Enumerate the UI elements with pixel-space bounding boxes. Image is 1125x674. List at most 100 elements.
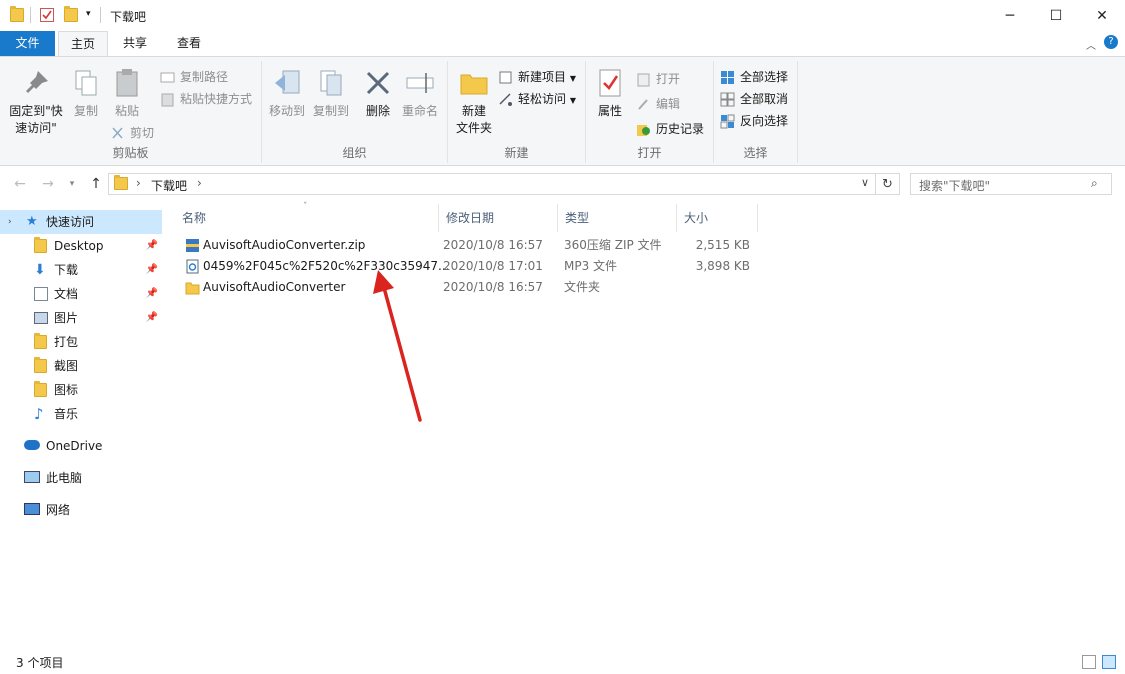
breadcrumb-separator[interactable]: › xyxy=(136,176,141,190)
history-button[interactable]: 历史记录 xyxy=(636,119,704,139)
select-all-label: 全部选择 xyxy=(740,70,789,84)
up-arrow-icon[interactable]: ↑ xyxy=(86,174,106,194)
nav-item-screenshots[interactable]: 截图 xyxy=(0,354,162,378)
table-row[interactable]: AuvisoftAudioConverter.zip 2020/10/8 16:… xyxy=(181,235,771,256)
select-all-button[interactable]: 全部选择 xyxy=(720,67,788,87)
status-bar: 3 个项目 xyxy=(0,650,1125,674)
properties-icon xyxy=(594,67,626,99)
tab-view[interactable]: 查看 xyxy=(164,31,214,56)
open-button[interactable]: 打开 xyxy=(636,69,680,89)
invert-selection-button[interactable]: 反向选择 xyxy=(720,111,788,131)
move-to-button[interactable]: 移动到 xyxy=(264,67,310,120)
new-item-label: 新建项目 xyxy=(518,70,567,84)
nav-item-label: 文档 xyxy=(54,287,79,301)
cut-label: 剪切 xyxy=(130,126,155,140)
rename-button[interactable]: 重命名 xyxy=(398,67,442,120)
nav-this-pc[interactable]: 此电脑 xyxy=(0,466,162,490)
table-row[interactable]: AuvisoftAudioConverter 2020/10/8 16:57 文… xyxy=(181,277,771,298)
delete-button[interactable]: 删除 xyxy=(360,67,396,120)
nav-item-icons[interactable]: 图标 xyxy=(0,378,162,402)
new-folder-label-line1: 新建 xyxy=(461,104,486,118)
search-box[interactable]: 搜索"下载吧" ⌕ xyxy=(910,173,1112,195)
address-bar[interactable]: › 下载吧 › ∨ xyxy=(108,173,876,195)
search-icon[interactable]: ⌕ xyxy=(1091,176,1098,191)
cut-button[interactable]: 剪切 xyxy=(110,123,154,143)
file-list: ˇ 名称 修改日期 类型 大小 AuvisoftAudioConverter.z… xyxy=(163,202,1125,650)
column-header-type[interactable]: 类型 xyxy=(558,204,677,232)
collapse-ribbon-icon[interactable]: ︿ xyxy=(1086,37,1096,52)
download-arrow-icon: ⬇ xyxy=(34,262,46,278)
expand-chevron-icon[interactable]: › xyxy=(8,210,12,234)
forward-arrow-icon[interactable]: → xyxy=(38,174,58,194)
copy-to-button[interactable]: 复制到 xyxy=(308,67,354,120)
help-icon[interactable]: ? xyxy=(1104,35,1118,49)
address-dropdown-icon[interactable]: ∨ xyxy=(861,176,869,189)
table-row[interactable]: 0459%2F045c%2F520c%2F330c35947... 2020/1… xyxy=(181,256,771,277)
tab-home[interactable]: 主页 xyxy=(58,31,108,57)
paste-shortcut-button[interactable]: 粘贴快捷方式 xyxy=(160,89,252,109)
properties-check-icon[interactable] xyxy=(40,8,54,22)
properties-button[interactable]: 属性 xyxy=(590,67,630,120)
file-type: 文件夹 xyxy=(564,280,601,294)
select-none-icon xyxy=(720,92,735,107)
nav-network[interactable]: 网络 xyxy=(0,498,162,522)
nav-item-downloads[interactable]: ⬇ 下载 📌 xyxy=(0,258,162,282)
new-folder-button[interactable]: 新建 文件夹 xyxy=(452,67,496,137)
chevron-down-icon: ▼ xyxy=(569,96,576,105)
tab-share[interactable]: 共享 xyxy=(112,31,158,56)
nav-network-label: 网络 xyxy=(46,503,71,517)
breadcrumb-current[interactable]: 下载吧 xyxy=(151,177,187,194)
select-none-button[interactable]: 全部取消 xyxy=(720,89,788,109)
column-header-size[interactable]: 大小 xyxy=(677,204,758,232)
copy-path-button[interactable]: 复制路径 xyxy=(160,67,228,87)
back-arrow-icon[interactable]: ← xyxy=(10,174,30,194)
column-header-modified[interactable]: 修改日期 xyxy=(439,204,558,232)
file-name: AuvisoftAudioConverter.zip xyxy=(203,238,366,252)
pin-icon: 📌 xyxy=(145,288,158,299)
nav-item-music[interactable]: ♪ 音乐 xyxy=(0,402,162,426)
nav-quick-access[interactable]: › ★ 快速访问 xyxy=(0,210,162,234)
file-type: 360压缩 ZIP 文件 xyxy=(564,238,662,252)
address-row: ← → ▾ ↑ › 下载吧 › ∨ ↻ 搜索"下载吧" ⌕ xyxy=(0,166,1125,202)
details-view-icon[interactable] xyxy=(1082,655,1096,669)
tab-file[interactable]: 文件 xyxy=(0,31,55,56)
edit-icon xyxy=(636,97,651,112)
recent-locations-icon[interactable]: ▾ xyxy=(62,174,82,194)
open-group-label: 打开 xyxy=(637,146,662,160)
copy-button[interactable]: 复制 xyxy=(66,67,106,120)
clipboard-group: 固定到"快 速访问" 复制 粘贴 复制路径 粘贴快捷方式 剪切 剪贴板 xyxy=(0,61,262,163)
minimize-button[interactable]: ─ xyxy=(987,0,1033,31)
new-folder-icon[interactable] xyxy=(64,6,78,22)
nav-item-label: 图片 xyxy=(54,311,79,325)
pin-to-quick-access-button[interactable]: 固定到"快 速访问" xyxy=(6,67,66,137)
rename-label: 重命名 xyxy=(401,104,438,118)
paste-button[interactable]: 粘贴 xyxy=(106,67,148,120)
organize-group-label: 组织 xyxy=(342,146,367,160)
title-bar: ▾ 下载吧 ─ ☐ ✕ xyxy=(0,0,1125,31)
folder-icon xyxy=(34,357,47,373)
copy-path-icon xyxy=(160,70,175,85)
copy-label: 复制 xyxy=(73,104,98,118)
edit-button[interactable]: 编辑 xyxy=(636,94,680,114)
edit-label: 编辑 xyxy=(656,97,681,111)
nav-item-pictures[interactable]: 图片 📌 xyxy=(0,306,162,330)
pin-icon: 📌 xyxy=(145,240,158,251)
nav-item-documents[interactable]: 文档 📌 xyxy=(0,282,162,306)
paste-icon xyxy=(111,67,143,99)
customize-quick-access-icon[interactable]: ▾ xyxy=(86,9,91,19)
easy-access-button[interactable]: 轻松访问 ▼ xyxy=(498,89,576,109)
maximize-button[interactable]: ☐ xyxy=(1033,0,1079,31)
nav-item-desktop[interactable]: Desktop 📌 xyxy=(0,234,162,258)
refresh-icon[interactable]: ↻ xyxy=(876,173,900,195)
column-header-name[interactable]: 名称 xyxy=(175,204,439,232)
breadcrumb-chevron[interactable]: › xyxy=(197,176,202,190)
search-input[interactable]: 搜索"下载吧" xyxy=(919,177,990,194)
nav-item-pack[interactable]: 打包 xyxy=(0,330,162,354)
new-item-button[interactable]: 新建项目 ▼ xyxy=(498,67,576,87)
nav-item-label: 截图 xyxy=(54,359,79,373)
open-label: 打开 xyxy=(656,72,681,86)
paste-shortcut-label: 粘贴快捷方式 xyxy=(180,92,253,106)
nav-onedrive[interactable]: OneDrive xyxy=(0,434,162,458)
large-icons-view-icon[interactable] xyxy=(1102,655,1116,669)
close-button[interactable]: ✕ xyxy=(1079,0,1125,31)
